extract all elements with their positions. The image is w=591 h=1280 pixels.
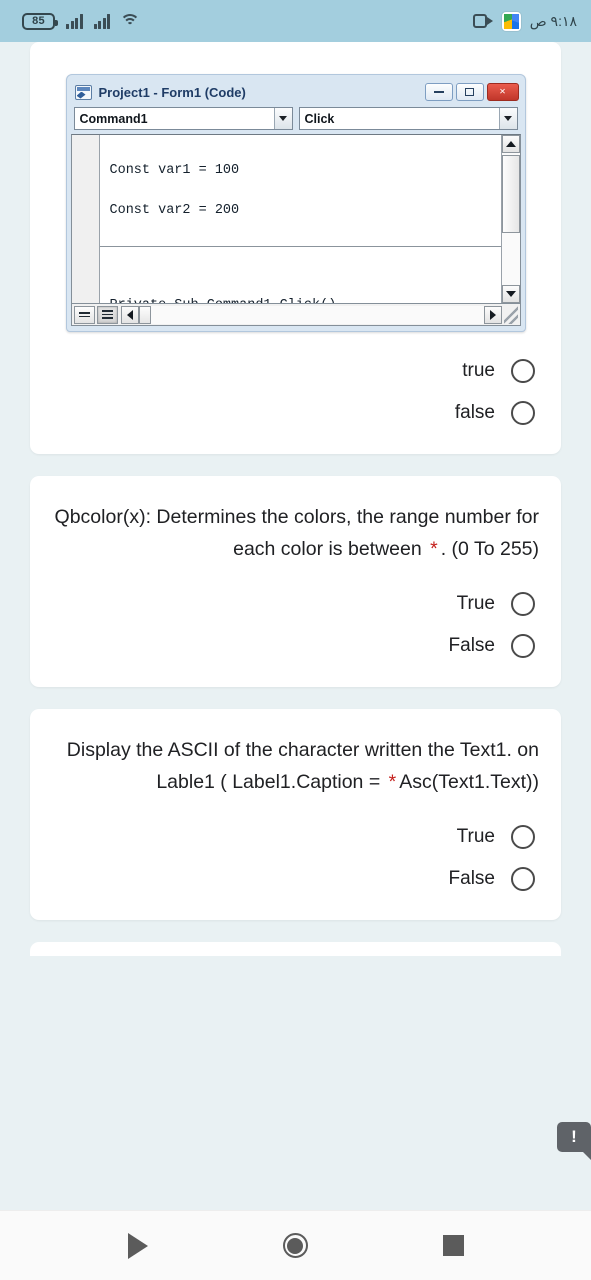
status-bar-clock: ٩:١٨ ص	[529, 12, 577, 29]
scroll-left-icon[interactable]	[120, 305, 139, 324]
question-card: Qbcolor(x): Determines the colors, the r…	[30, 476, 561, 688]
recents-nav-button[interactable]	[442, 1235, 464, 1256]
option-label: false	[454, 402, 495, 423]
required-asterisk: *	[388, 770, 397, 793]
status-bar-left: 85	[22, 12, 140, 30]
vb-window-title: Project1 - Form1 (Code)	[98, 84, 246, 100]
option-label: False	[448, 635, 495, 657]
minimize-button[interactable]	[424, 83, 453, 101]
signal-icon	[66, 13, 83, 29]
code-separator	[99, 245, 501, 247]
option-label: true	[462, 360, 495, 381]
object-dropdown[interactable]: Command1	[73, 107, 293, 130]
full-module-view-button[interactable]	[96, 305, 118, 324]
question-text: Qbcolor(x): Determines the colors, the r…	[50, 498, 541, 565]
status-bar-right: ٩:١٨ ص	[472, 11, 577, 31]
answer-options: true false	[50, 350, 541, 434]
code-line: Private Sub Command1_Click()	[110, 296, 497, 303]
horizontal-scroll-thumb[interactable]	[138, 305, 151, 324]
horizontal-scrollbar[interactable]	[120, 305, 502, 324]
option-row[interactable]: True	[50, 816, 541, 858]
vb-view-buttons	[73, 305, 118, 324]
option-row[interactable]: False	[50, 625, 541, 667]
close-icon: ✕	[499, 87, 506, 98]
vertical-scrollbar[interactable]	[500, 135, 520, 303]
feedback-exclamation-icon[interactable]: !	[557, 1122, 591, 1160]
code-line: Const var2 = 200	[109, 202, 240, 218]
chevron-down-icon	[273, 108, 292, 129]
radio-button[interactable]	[511, 825, 535, 850]
vertical-scroll-track[interactable]	[501, 153, 520, 285]
question-text-tail: Asc(Text1.Text))	[399, 770, 539, 793]
question-text-tail: . (0 To 255)	[440, 537, 539, 560]
vb-bottom-bar	[70, 304, 521, 326]
question-card: Display the ASCII of the character writt…	[30, 709, 561, 921]
feedback-glyph: !	[571, 1126, 577, 1146]
radio-button[interactable]	[511, 401, 535, 425]
scroll-up-icon[interactable]	[501, 135, 520, 153]
vb-title-bar: Project1 - Form1 (Code) ✕	[71, 79, 521, 105]
procedure-view-button[interactable]	[73, 305, 95, 324]
option-label: True	[456, 593, 495, 615]
vb-code-window-icon	[74, 84, 92, 100]
option-row[interactable]: True	[50, 583, 541, 625]
next-question-card-peek	[30, 942, 561, 957]
signal-icon	[93, 13, 110, 29]
home-nav-button[interactable]	[282, 1233, 308, 1258]
vb-code-window-image: Project1 - Form1 (Code) ✕ Command1 Click…	[65, 74, 526, 332]
back-nav-button[interactable]	[127, 1232, 148, 1259]
vb-title-left: Project1 - Form1 (Code)	[74, 84, 246, 100]
required-asterisk: *	[430, 537, 438, 560]
code-line: Const var1 = 100	[109, 162, 240, 178]
video-camera-icon	[472, 14, 493, 28]
question-card: Project1 - Form1 (Code) ✕ Command1 Click…	[30, 42, 561, 454]
radio-button[interactable]	[511, 867, 535, 892]
answer-options: True False	[50, 816, 541, 900]
scroll-right-icon[interactable]	[483, 305, 502, 324]
radio-button[interactable]	[511, 359, 535, 383]
app-icon	[501, 11, 521, 31]
chevron-down-icon	[498, 108, 517, 129]
maximize-button[interactable]	[455, 83, 484, 101]
procedure-dropdown-value: Click	[304, 111, 335, 126]
procedure-dropdown[interactable]: Click	[298, 107, 518, 130]
android-navigation-bar	[0, 1210, 591, 1280]
vb-code-text[interactable]: Const var1 = 100 Const var2 = 200 Privat…	[99, 135, 501, 303]
form-scroll-area[interactable]: Project1 - Form1 (Code) ✕ Command1 Click…	[0, 42, 591, 1210]
resize-grip-icon[interactable]	[503, 305, 518, 324]
battery-level-text: 85	[32, 15, 45, 27]
vertical-scroll-thumb[interactable]	[501, 155, 520, 233]
radio-button[interactable]	[511, 634, 535, 659]
option-row[interactable]: true	[50, 350, 541, 392]
horizontal-scroll-track[interactable]	[150, 305, 484, 324]
option-label: True	[456, 826, 495, 848]
vb-margin-indicator-bar	[71, 135, 100, 303]
battery-icon: 85	[22, 12, 58, 30]
object-dropdown-value: Command1	[79, 111, 148, 126]
vb-dropdown-row: Command1 Click	[71, 105, 521, 134]
option-row[interactable]: false	[50, 392, 541, 434]
close-button[interactable]: ✕	[486, 83, 519, 101]
option-row[interactable]: False	[50, 858, 541, 900]
status-bar: 85 ٩:١٨ ص	[0, 0, 591, 42]
vb-code-editor[interactable]: Const var1 = 100 Const var2 = 200 Privat…	[70, 134, 521, 304]
question-text: Display the ASCII of the character writt…	[50, 731, 541, 798]
vb-window-buttons: ✕	[424, 83, 519, 101]
answer-options: True False	[50, 583, 541, 667]
radio-button[interactable]	[511, 592, 535, 617]
scroll-down-icon[interactable]	[501, 285, 520, 303]
option-label: False	[448, 868, 495, 890]
phone-screen: 85 ٩:١٨ ص Project1 - Form1 (Code) ✕ Comm…	[0, 0, 591, 1280]
wifi-icon	[120, 13, 140, 29]
